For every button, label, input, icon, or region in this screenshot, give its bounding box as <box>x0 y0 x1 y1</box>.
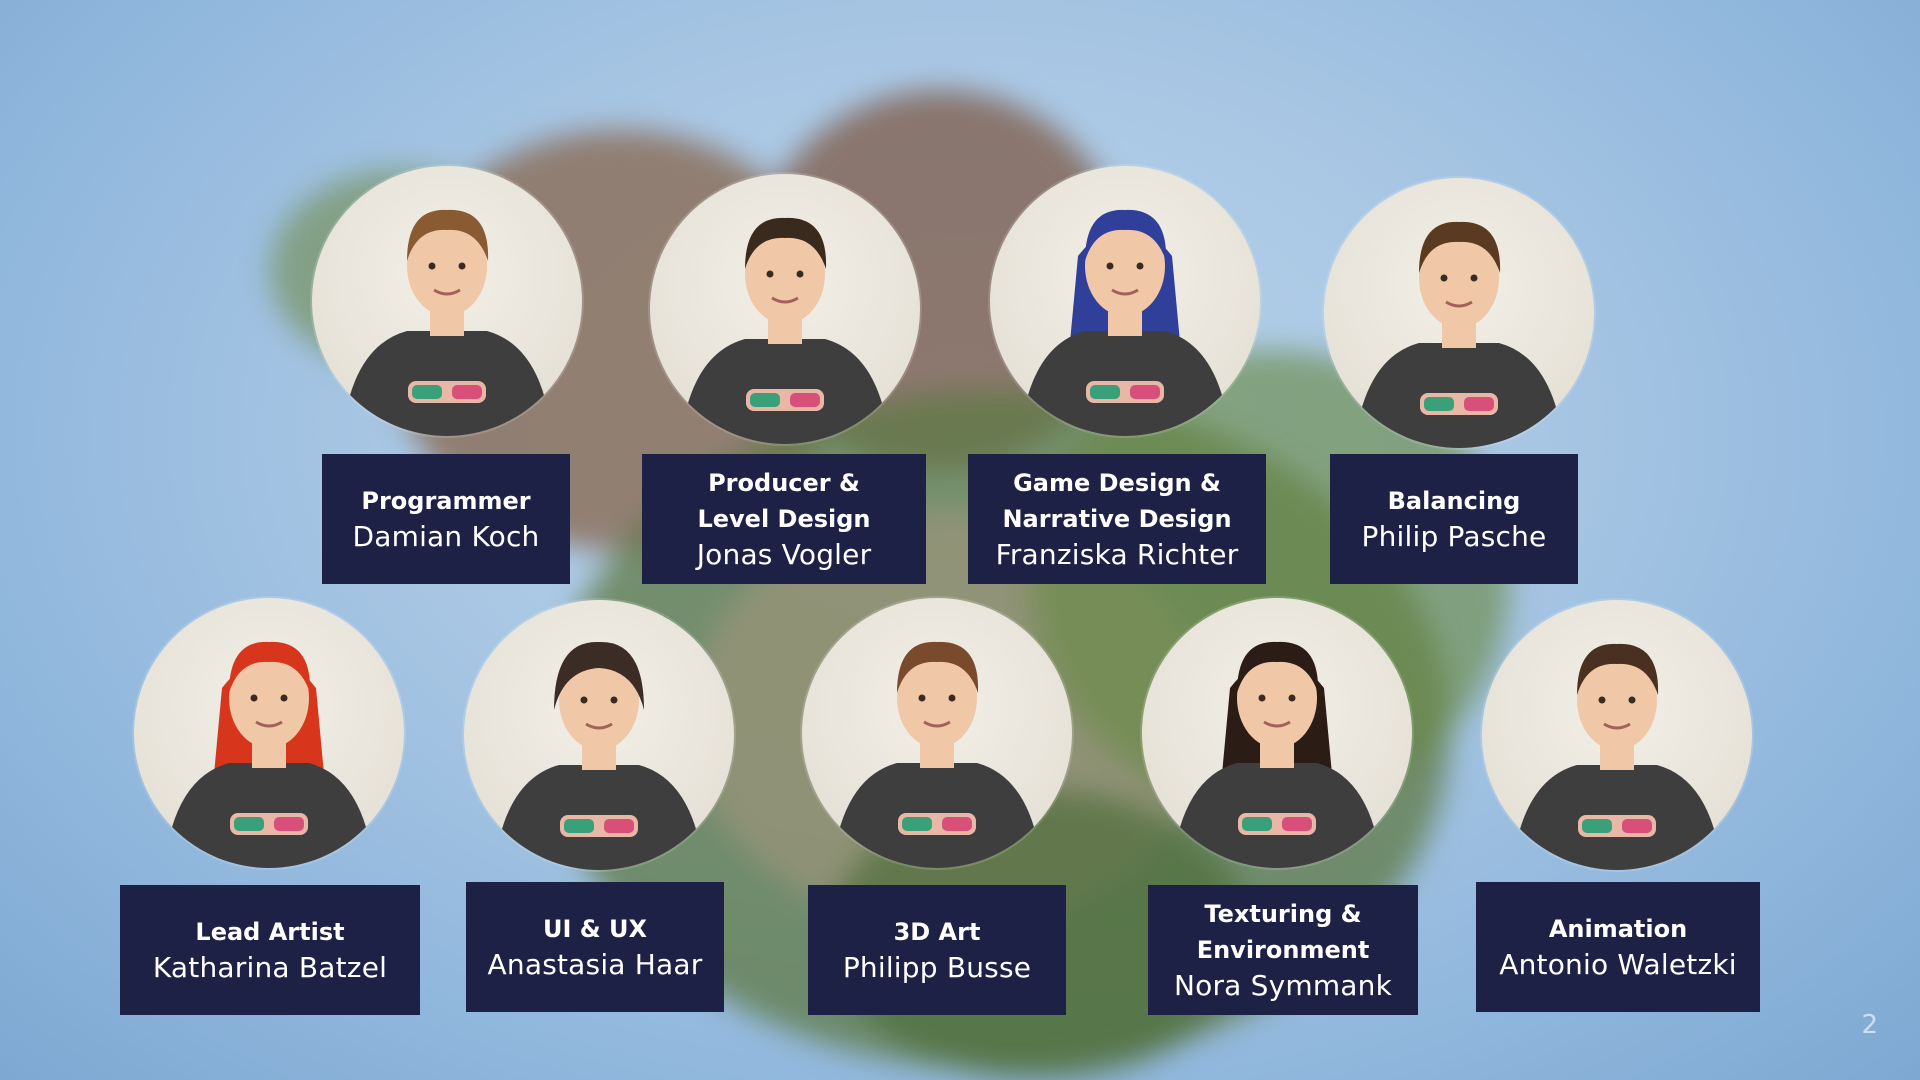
member-photo <box>312 166 582 436</box>
member-role: Balancing <box>1387 487 1521 515</box>
portrait-figure <box>1172 641 1382 868</box>
gork-clyde-logo-icon <box>1420 393 1498 415</box>
member-name: Philipp Busse <box>842 951 1032 984</box>
member-role: Producer & Level Design <box>697 469 871 533</box>
member-role: Texturing & Environment <box>1196 900 1370 964</box>
gork-clyde-logo-icon <box>230 813 308 835</box>
gork-clyde-logo-icon <box>560 815 638 837</box>
portrait-figure <box>1354 221 1564 448</box>
member-card: Producer & Level Design Jonas Vogler <box>642 454 926 584</box>
member-role: Animation <box>1548 915 1688 943</box>
member-name: Antonio Waletzki <box>1499 948 1737 981</box>
member-role: UI & UX <box>542 915 648 943</box>
member-card: Programmer Damian Koch <box>322 454 570 584</box>
portrait-figure <box>164 641 374 868</box>
member-card: 3D Art Philipp Busse <box>808 885 1066 1015</box>
member-photo <box>1142 598 1412 868</box>
member-card: Lead Artist Katharina Batzel <box>120 885 420 1015</box>
gork-clyde-logo-icon <box>1086 381 1164 403</box>
member-photo <box>802 598 1072 868</box>
portrait-figure <box>680 217 890 444</box>
member-photo <box>650 174 920 444</box>
member-name: Franziska Richter <box>995 538 1239 571</box>
portrait-figure <box>1020 209 1230 436</box>
member-card: Balancing Philip Pasche <box>1330 454 1578 584</box>
member-card: Texturing & Environment Nora Symmank <box>1148 885 1418 1015</box>
member-name: Nora Symmank <box>1173 969 1393 1002</box>
slide-number: 2 <box>1861 1010 1878 1040</box>
portrait-figure <box>342 209 552 436</box>
member-role: 3D Art <box>893 918 981 946</box>
member-name: Anastasia Haar <box>487 948 703 981</box>
gork-clyde-logo-icon <box>746 389 824 411</box>
member-name: Philip Pasche <box>1361 520 1547 553</box>
member-role: Programmer <box>361 487 531 515</box>
member-card: Animation Antonio Waletzki <box>1476 882 1760 1012</box>
member-photo <box>134 598 404 868</box>
member-name: Katharina Batzel <box>152 951 388 984</box>
member-name: Damian Koch <box>352 520 540 553</box>
member-role: Game Design & Narrative Design <box>1002 469 1232 533</box>
member-photo <box>1482 600 1752 870</box>
portrait-figure <box>832 641 1042 868</box>
member-photo <box>1324 178 1594 448</box>
member-photo <box>990 166 1260 436</box>
member-name: Jonas Vogler <box>696 538 872 571</box>
portrait-figure <box>494 641 704 870</box>
member-photo <box>464 600 734 870</box>
member-card: UI & UX Anastasia Haar <box>466 882 724 1012</box>
member-role: Lead Artist <box>195 918 345 946</box>
gork-clyde-logo-icon <box>408 381 486 403</box>
portrait-figure <box>1512 643 1722 870</box>
gork-clyde-logo-icon <box>898 813 976 835</box>
gork-clyde-logo-icon <box>1578 815 1656 837</box>
gork-clyde-logo-icon <box>1238 813 1316 835</box>
member-card: Game Design & Narrative Design Franziska… <box>968 454 1266 584</box>
